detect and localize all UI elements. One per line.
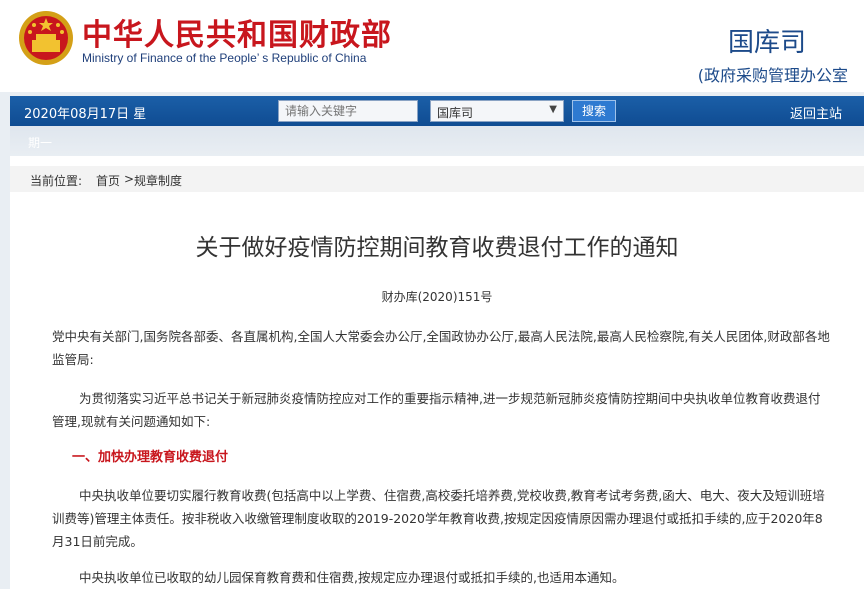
search-input[interactable]	[278, 100, 418, 122]
department-select[interactable]: 国库司 ▼	[430, 100, 564, 122]
section-heading: 一、加快办理教育收费退付	[72, 450, 229, 465]
addressee-paragraph: 党中央有关部门,国务院各部委、各直属机构,全国人大常委会办公厅,全国政协办公厅,…	[52, 329, 830, 367]
department-name: 国库司	[727, 28, 806, 58]
document-number: 财办库(2020)151号	[381, 290, 493, 304]
top-navbar: 2020年08月17日 星 国库司 ▼ 搜索 返回主站	[10, 96, 864, 126]
breadcrumb-separator: >	[124, 172, 135, 186]
ministry-name-cn: 中华人民共和国财政部	[82, 18, 392, 53]
breadcrumb-label: 当前位置:	[30, 174, 83, 188]
national-emblem-icon	[19, 11, 73, 65]
search-button[interactable]: 搜索	[572, 100, 616, 122]
body-paragraph: 中央执收单位已收取的幼儿园保育教育费和住宿费,按规定应办理退付或抵扣手续的,也适…	[79, 570, 625, 585]
article-title: 关于做好疫情防控期间教育收费退付工作的通知	[195, 235, 679, 261]
body-paragraph: 中央执收单位要切实履行教育收费(包括高中以上学费、住宿费,高校委托培养费,党校收…	[52, 488, 825, 549]
intro-paragraph: 为贯彻落实习近平总书记关于新冠肺炎疫情防控应对工作的重要指示精神,进一步规范新冠…	[52, 391, 821, 429]
breadcrumb-current-link[interactable]: 规章制度	[134, 172, 182, 189]
weekday-strip: 期一	[10, 126, 864, 156]
weekday-text: 期一	[28, 136, 53, 150]
breadcrumb: 当前位置: 首页 > 规章制度	[10, 166, 864, 192]
department-subtitle: (政府采购管理办公室	[697, 66, 848, 85]
chevron-down-icon: ▼	[549, 104, 557, 115]
department-select-value: 国库司	[437, 106, 474, 120]
breadcrumb-home-link[interactable]: 首页	[96, 172, 120, 189]
ministry-name-en: Ministry of Finance of the People’ s Rep…	[82, 51, 367, 65]
article-container: 当前位置: 首页 > 规章制度 关于做好疫情防控期间教育收费退付工作的通知 财办…	[10, 156, 864, 589]
return-home-link[interactable]: 返回主站	[790, 103, 842, 122]
site-header: 中华人民共和国财政部 Ministry of Finance of the Pe…	[0, 0, 864, 92]
current-date: 2020年08月17日 星	[24, 107, 147, 122]
